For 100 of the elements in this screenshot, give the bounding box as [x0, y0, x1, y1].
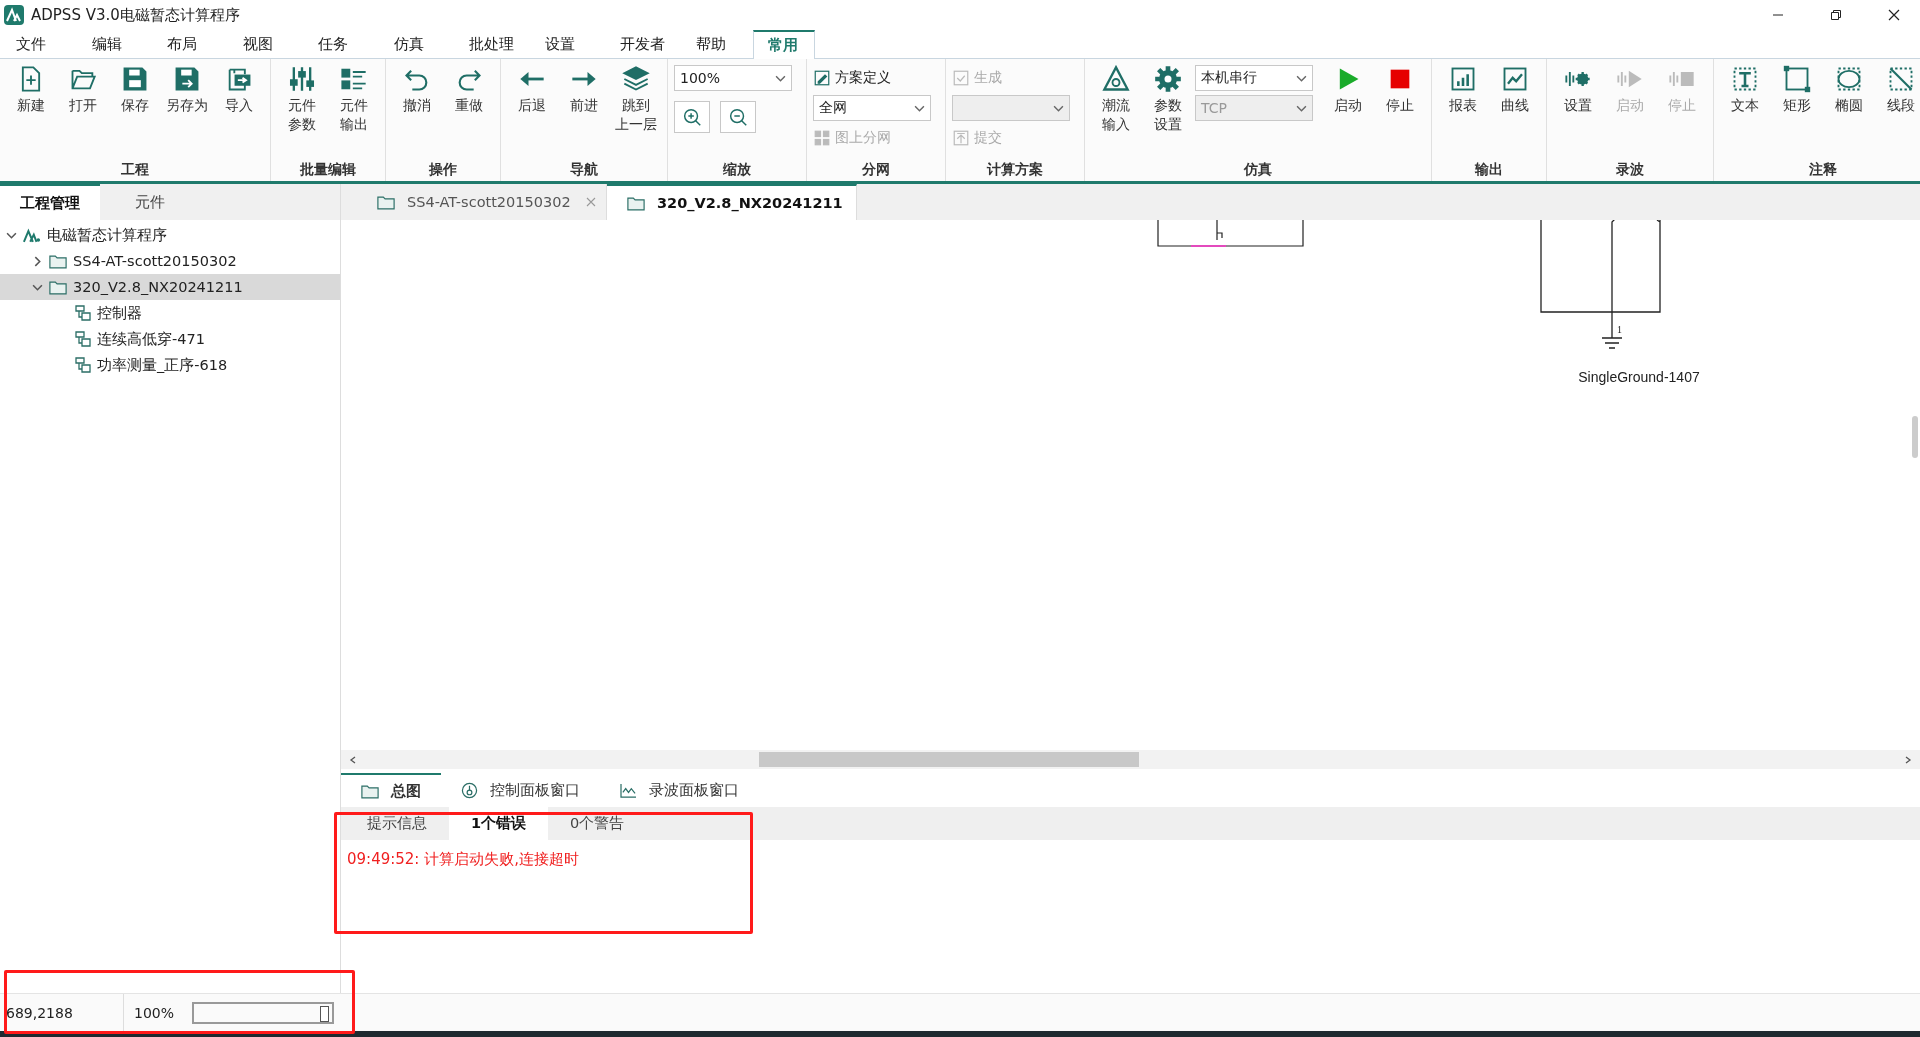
- arrow-left-icon[interactable]: [349, 755, 357, 764]
- upload-icon: [952, 129, 970, 147]
- folder-icon: [377, 194, 395, 210]
- document-check-icon: [952, 69, 970, 87]
- menu-tab[interactable]: 任务: [312, 30, 388, 58]
- layers-icon: [622, 65, 650, 93]
- flowchart-icon: [75, 331, 91, 347]
- ribbon-button[interactable]: 前进: [559, 65, 609, 161]
- menu-tab[interactable]: 仿真: [387, 30, 463, 58]
- ribbon-button[interactable]: 另存为: [162, 65, 212, 161]
- zoom-out-icon: [727, 106, 749, 128]
- ribbon-button[interactable]: 矩形: [1772, 65, 1822, 161]
- group-label: 工程: [121, 161, 149, 179]
- dropdown[interactable]: 全网: [813, 95, 931, 121]
- ribbon-button[interactable]: 曲线: [1490, 65, 1540, 161]
- menu-tab[interactable]: 设置: [538, 30, 614, 58]
- text-tool-icon: [1731, 65, 1759, 93]
- caret-icon: [1296, 104, 1307, 112]
- logo-icon: [23, 227, 41, 243]
- ribbon-button[interactable]: 保存: [110, 65, 160, 161]
- ribbon-button[interactable]: 撤消: [392, 65, 442, 161]
- menu-tab[interactable]: 视图: [236, 30, 312, 58]
- slider-track[interactable]: [192, 1001, 334, 1024]
- ribbon-button[interactable]: 启动: [1323, 65, 1373, 161]
- chevron-right-icon[interactable]: [32, 255, 43, 267]
- zoom-text: 100%: [133, 1003, 176, 1023]
- close-icon[interactable]: [1888, 9, 1900, 21]
- icon-button[interactable]: [720, 101, 756, 133]
- scrollbar-thumb[interactable]: [759, 752, 1139, 767]
- pencil-square-icon: [813, 69, 831, 87]
- panel-tab[interactable]: 元件: [100, 184, 200, 220]
- folder-icon: [627, 195, 645, 211]
- slider-thumb[interactable]: [320, 1005, 330, 1022]
- group-label: 仿真: [1244, 161, 1272, 179]
- ribbon-button[interactable]: 新建: [6, 65, 56, 161]
- coordinates-text: 689,2188: [0, 994, 124, 1031]
- tree-item[interactable]: 功率测量_正序-618: [0, 352, 340, 378]
- panel-tab[interactable]: 工程管理: [0, 184, 100, 220]
- ribbon-button[interactable]: 元件 输出: [329, 65, 379, 161]
- pin-label: 1: [1617, 324, 1622, 335]
- ribbon-button[interactable]: 重做: [444, 65, 494, 161]
- tree-label: SS4-AT-scott20150302: [73, 253, 237, 269]
- tree-label: 电磁暂态计算程序: [47, 225, 167, 245]
- scrollbar-thumb[interactable]: [1912, 416, 1918, 458]
- group-label: 批量编辑: [300, 161, 356, 179]
- rectangle-icon: [1783, 65, 1811, 93]
- group-label: 录波: [1616, 161, 1644, 179]
- flowchart-icon: [75, 305, 91, 321]
- tree-item[interactable]: 电磁暂态计算程序: [0, 222, 340, 248]
- tree-label: 控制器: [97, 303, 142, 323]
- ribbon-button[interactable]: 后退: [507, 65, 557, 161]
- line-tool-icon: [1887, 65, 1915, 93]
- ribbon-button[interactable]: 线段: [1876, 65, 1920, 161]
- icon-button[interactable]: [674, 101, 710, 133]
- bar-chart-icon: [1449, 65, 1477, 93]
- group-label: 计算方案: [987, 161, 1043, 179]
- folder-icon: [361, 783, 379, 799]
- ribbon-button[interactable]: 元件 参数: [277, 65, 327, 161]
- menu-tab[interactable]: 布局: [161, 30, 237, 58]
- panel-tab[interactable]: 录波面板窗口: [600, 773, 759, 807]
- menu-tab[interactable]: 批处理: [463, 30, 539, 58]
- ribbon-button[interactable]: 参数 设置: [1143, 65, 1193, 161]
- ribbon-button[interactable]: 打开: [58, 65, 108, 161]
- ribbon-button[interactable]: 跳到 上一层: [611, 65, 661, 161]
- restore-icon[interactable]: [1830, 9, 1842, 21]
- tree-item[interactable]: 连续高低穿-471: [0, 326, 340, 352]
- dropdown[interactable]: 100%: [674, 65, 792, 91]
- ribbon-button[interactable]: 报表: [1438, 65, 1488, 161]
- ribbon-button[interactable]: 设置: [1553, 65, 1603, 161]
- ribbon-button[interactable]: 导入: [214, 65, 264, 161]
- ribbon-button[interactable]: 方案定义: [813, 65, 939, 91]
- tree-label: 连续高低穿-471: [97, 329, 205, 349]
- folder-icon: [49, 279, 67, 295]
- message-tab[interactable]: 1个错误: [449, 807, 549, 840]
- arrow-right-icon[interactable]: [1904, 755, 1912, 764]
- ribbon-button[interactable]: 文本: [1720, 65, 1770, 161]
- ribbon-button[interactable]: 停止: [1375, 65, 1425, 161]
- ribbon-button[interactable]: 潮流 输入: [1091, 65, 1141, 161]
- sliders-icon: [288, 65, 316, 93]
- group-label: 操作: [429, 161, 457, 179]
- tree-label: 320_V2.8_NX20241211: [73, 279, 243, 295]
- group-label: 缩放: [723, 161, 751, 179]
- ribbon-button[interactable]: 椭圆: [1824, 65, 1874, 161]
- folder-icon: [49, 253, 67, 269]
- app-logo-icon: [4, 5, 24, 25]
- menu-tab[interactable]: 常用: [753, 30, 815, 59]
- menu-tab[interactable]: 开发者: [614, 30, 690, 58]
- tree-item[interactable]: SS4-AT-scott20150302: [0, 248, 340, 274]
- menu-tab[interactable]: 编辑: [85, 30, 161, 58]
- dropdown[interactable]: 本机串行: [1195, 65, 1313, 91]
- message-tab[interactable]: 提示信息: [345, 807, 449, 840]
- message-tab[interactable]: 0个警告: [548, 807, 647, 840]
- grid-icon: [813, 129, 831, 147]
- document-tab[interactable]: 320_V2.8_NX20241211: [607, 184, 857, 220]
- tree-item[interactable]: 控制器: [0, 300, 340, 326]
- caret-icon: [775, 74, 786, 82]
- tree-item[interactable]: 320_V2.8_NX20241211: [0, 274, 340, 300]
- horizontal-scrollbar[interactable]: [341, 750, 1920, 769]
- menu-tab[interactable]: 文件: [10, 30, 86, 58]
- panel-tab[interactable]: 控制面板窗口: [441, 773, 600, 807]
